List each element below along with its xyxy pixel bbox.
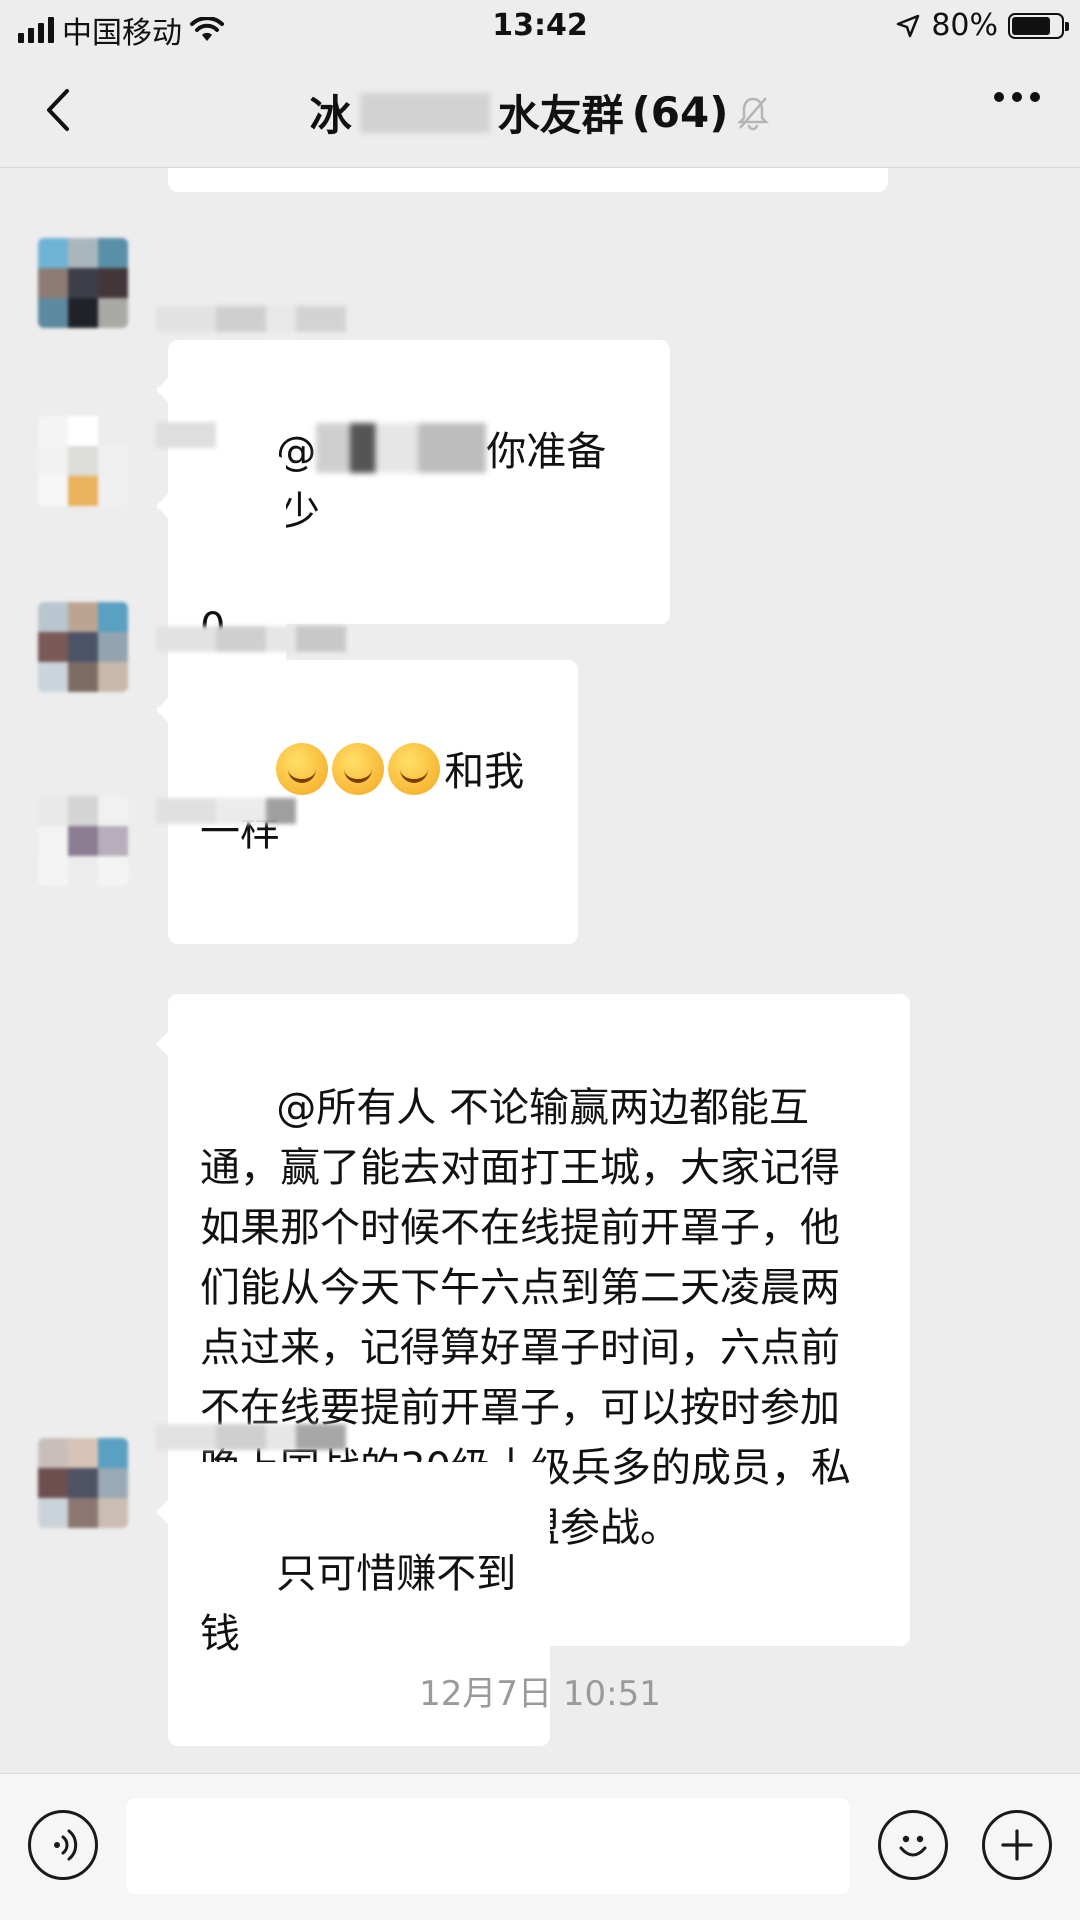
voice-button[interactable]	[28, 1810, 98, 1880]
group-title-prefix: 冰	[309, 91, 352, 140]
sender-name-redacted	[156, 422, 216, 448]
sender-name-redacted	[156, 1424, 346, 1450]
facepalm-cry-emoji	[276, 743, 329, 795]
more-dots-icon[interactable]	[994, 92, 1040, 102]
member-count: (64)	[631, 88, 729, 137]
battery-fill	[1012, 16, 1051, 35]
message-input[interactable]	[126, 1798, 850, 1894]
plus-button[interactable]	[982, 1810, 1052, 1880]
status-bar: 中国移动 13:42 80%	[0, 0, 1080, 52]
redacted-name	[359, 92, 490, 133]
voice-icon	[54, 1829, 78, 1861]
chat-header: 冰 水友群 (64)	[0, 52, 1080, 168]
group-title[interactable]: 冰 水友群 (64)	[0, 82, 1080, 143]
partial-message-bubble[interactable]	[168, 168, 888, 192]
emoji-icon	[899, 1835, 927, 1857]
timestamp: 12月7日 10:51	[419, 1674, 661, 1714]
input-bar	[0, 1773, 1080, 1920]
facepalm-cry-emoji	[332, 743, 385, 795]
avatar[interactable]	[38, 796, 128, 886]
sender-name-redacted	[156, 798, 296, 824]
message-text: 只可惜赚不到钱	[200, 1551, 517, 1657]
avatar[interactable]	[38, 416, 128, 506]
avatar[interactable]	[38, 602, 128, 692]
sender-name-redacted	[156, 626, 346, 652]
avatar[interactable]	[38, 238, 128, 328]
emoji-button[interactable]	[878, 1810, 948, 1880]
sender-name-redacted	[156, 306, 346, 332]
facepalm-cry-emoji	[388, 743, 441, 795]
status-right: 80%	[895, 8, 1069, 43]
message-list[interactable]: @你准备花多少 0 和我一样	[0, 168, 1080, 1773]
battery-icon	[1008, 12, 1069, 39]
battery-percent: 80%	[931, 8, 998, 43]
redacted-mention	[316, 423, 487, 473]
group-title-suffix: 水友群	[497, 91, 624, 140]
avatar[interactable]	[38, 1438, 128, 1528]
plus-icon	[1001, 1829, 1033, 1861]
bell-muted-icon	[737, 96, 770, 130]
location-arrow-icon	[897, 14, 920, 37]
